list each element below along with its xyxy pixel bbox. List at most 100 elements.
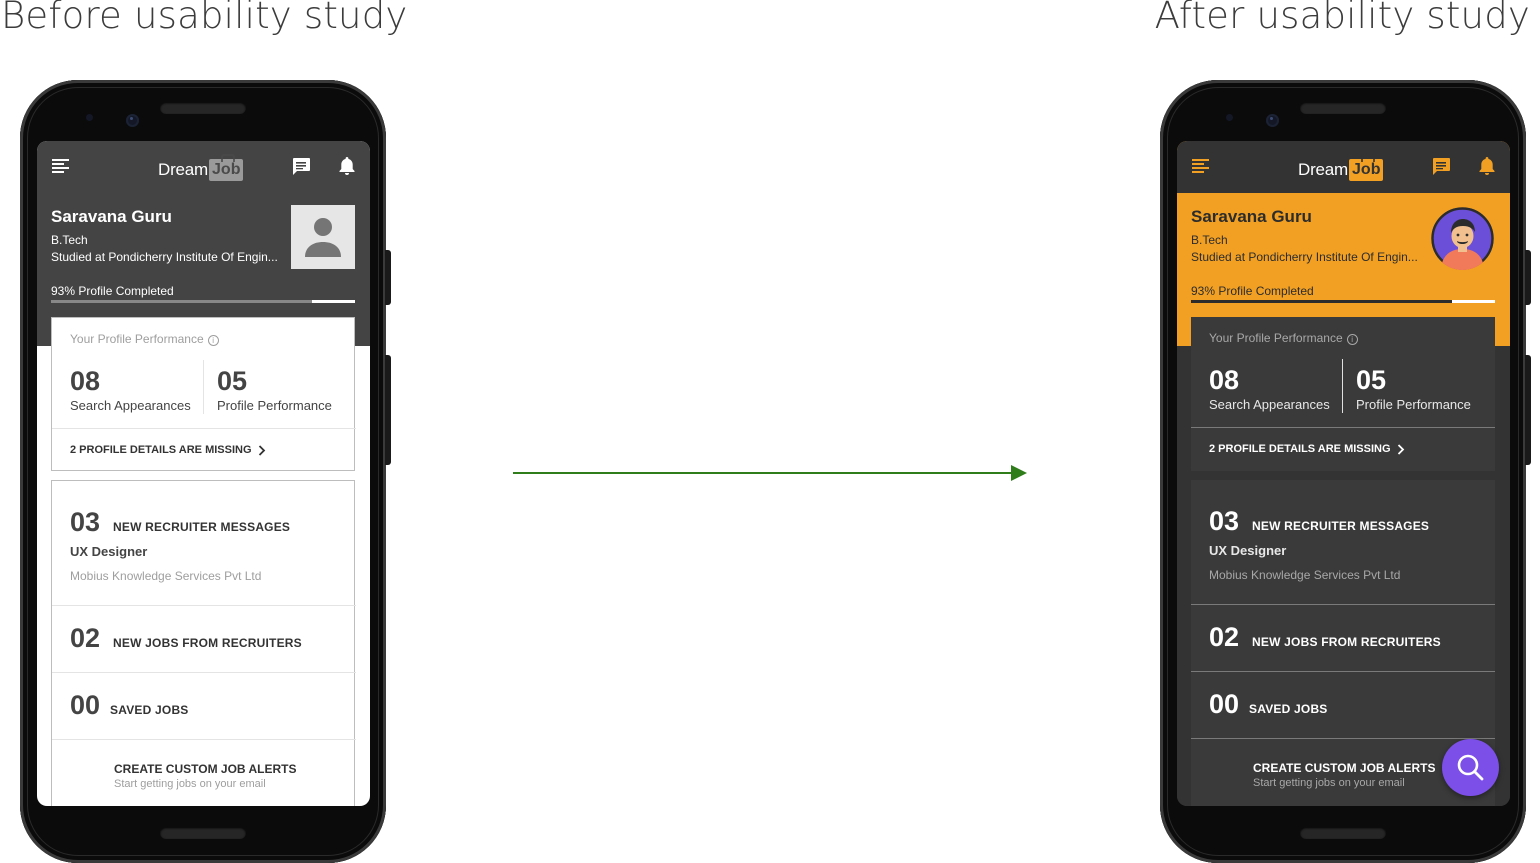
volume-button xyxy=(1525,355,1531,465)
job-alerts-button[interactable]: CREATE CUSTOM JOB ALERTS xyxy=(114,762,296,776)
person-icon xyxy=(305,218,341,257)
volume-button xyxy=(385,355,391,465)
stat-value: 05 xyxy=(1356,365,1387,395)
jobs-label: NEW JOBS FROM RECRUITERS xyxy=(113,636,302,650)
progress-fill xyxy=(312,300,355,303)
title-before: Before usability study xyxy=(1,0,408,37)
power-button xyxy=(385,250,391,305)
bottom-speaker xyxy=(1300,827,1386,839)
card-divider xyxy=(1191,427,1495,428)
progress-fill xyxy=(1452,300,1495,303)
app-bar: Dream Job xyxy=(37,141,370,193)
card-divider xyxy=(1191,604,1495,605)
front-camera xyxy=(126,114,139,127)
stat-search-appearances[interactable]: 08 Search Appearances xyxy=(70,366,191,413)
search-icon xyxy=(1457,754,1484,781)
info-icon[interactable]: i xyxy=(207,335,219,346)
bottom-speaker xyxy=(160,827,246,839)
profile-header: Dream Job Saravana Guru B.Tech Studied a… xyxy=(37,141,370,346)
performance-title: Your Profile Performance i xyxy=(1209,331,1358,345)
title-after: After usability study xyxy=(1154,0,1530,37)
profile-name: Saravana Guru xyxy=(1191,207,1312,226)
performance-title-text: Your Profile Performance xyxy=(1209,331,1343,345)
recruiter-messages-row[interactable]: 03 NEW RECRUITER MESSAGES xyxy=(70,507,290,538)
progress-label: 93% Profile Completed xyxy=(1191,284,1314,298)
recruiter-messages-row[interactable]: 03 NEW RECRUITER MESSAGES xyxy=(1209,506,1429,537)
profile-degree: B.Tech xyxy=(1191,233,1228,247)
profile-performance-card: Your Profile Performance i 08 Search Appe… xyxy=(51,317,356,471)
search-fab[interactable] xyxy=(1442,739,1499,796)
logo-word: Dream xyxy=(1298,160,1349,179)
card-divider xyxy=(1191,671,1495,672)
transition-arrow xyxy=(513,465,1027,481)
progress-label: 93% Profile Completed xyxy=(51,284,174,298)
earpiece-speaker xyxy=(1300,102,1386,114)
avatar[interactable] xyxy=(1431,207,1494,270)
profile-college: Studied at Pondicherry Institute Of Engi… xyxy=(1191,250,1418,264)
stat-label: Profile Performance xyxy=(1356,397,1471,412)
saved-count: 00 xyxy=(70,690,101,720)
jobs-label: NEW JOBS FROM RECRUITERS xyxy=(1252,635,1441,649)
jobs-count: 02 xyxy=(70,623,101,653)
recruiter-activity-card: 03 NEW RECRUITER MESSAGES UX Designer Mo… xyxy=(51,480,356,806)
stat-value: 08 xyxy=(70,366,101,396)
front-camera xyxy=(1266,114,1279,127)
stat-divider xyxy=(203,360,204,414)
app-logo: Dream Job xyxy=(1298,153,1384,181)
performance-title-text: Your Profile Performance xyxy=(70,332,204,346)
missing-details-text: 2 PROFILE DETAILS ARE MISSING xyxy=(1209,443,1391,455)
info-icon[interactable]: i xyxy=(1346,334,1358,345)
profile-performance-card: Your Profile Performance i 08 Search Appe… xyxy=(1191,317,1495,471)
company-name: Mobius Knowledge Services Pvt Ltd xyxy=(1209,568,1401,582)
missing-details-text: 2 PROFILE DETAILS ARE MISSING xyxy=(70,444,252,456)
menu-icon[interactable] xyxy=(50,155,72,177)
logo-word: Dream xyxy=(158,160,209,179)
stat-search-appearances[interactable]: 08 Search Appearances xyxy=(1209,365,1330,412)
sensor xyxy=(1226,114,1233,121)
recruiter-label: NEW RECRUITER MESSAGES xyxy=(113,520,291,534)
job-title: UX Designer xyxy=(1209,543,1287,558)
profile-name: Saravana Guru xyxy=(51,207,172,226)
profile-progress-bar xyxy=(1191,300,1495,303)
stat-label: Search Appearances xyxy=(1209,397,1330,412)
job-alerts-button[interactable]: CREATE CUSTOM JOB ALERTS xyxy=(1253,761,1435,775)
earpiece-speaker xyxy=(160,102,246,114)
profile-header: Dream Job Saravana Guru B.Tech Studied a… xyxy=(1177,141,1510,346)
chat-icon[interactable] xyxy=(290,155,312,177)
stat-divider xyxy=(1342,359,1343,413)
chevron-right-icon xyxy=(258,444,265,456)
avatar-placeholder[interactable] xyxy=(291,205,355,269)
power-button xyxy=(1525,250,1531,305)
menu-icon[interactable] xyxy=(1190,155,1212,177)
chat-icon[interactable] xyxy=(1430,155,1452,177)
app-logo: Dream Job xyxy=(158,153,244,181)
card-divider xyxy=(52,739,356,740)
saved-jobs-row[interactable]: 00 SAVED JOBS xyxy=(1209,689,1328,720)
recruiter-count: 03 xyxy=(1209,506,1240,536)
new-jobs-row[interactable]: 02 NEW JOBS FROM RECRUITERS xyxy=(1209,622,1441,653)
new-jobs-row[interactable]: 02 NEW JOBS FROM RECRUITERS xyxy=(70,623,302,654)
profile-college: Studied at Pondicherry Institute Of Engi… xyxy=(51,250,278,264)
job-alerts-subtitle: Start getting jobs on your email xyxy=(114,778,266,790)
saved-jobs-row[interactable]: 00 SAVED JOBS xyxy=(70,690,189,721)
logo-box: Job xyxy=(1349,154,1384,181)
company-name: Mobius Knowledge Services Pvt Ltd xyxy=(70,569,262,583)
stat-profile-performance[interactable]: 05 Profile Performance xyxy=(217,366,332,413)
missing-details-link[interactable]: 2 PROFILE DETAILS ARE MISSING xyxy=(1209,443,1405,455)
stat-value: 08 xyxy=(1209,365,1240,395)
card-divider xyxy=(1191,738,1495,739)
logo-box: Job xyxy=(209,154,244,181)
stat-profile-performance[interactable]: 05 Profile Performance xyxy=(1356,365,1471,412)
bell-icon[interactable] xyxy=(336,155,358,177)
performance-title: Your Profile Performance i xyxy=(70,332,219,346)
missing-details-link[interactable]: 2 PROFILE DETAILS ARE MISSING xyxy=(70,444,266,456)
profile-degree: B.Tech xyxy=(51,233,88,247)
profile-progress-bar xyxy=(51,300,355,303)
saved-count: 00 xyxy=(1209,689,1240,719)
stat-label: Search Appearances xyxy=(70,398,191,413)
bell-icon[interactable] xyxy=(1476,155,1498,177)
sensor xyxy=(86,114,93,121)
job-alerts-subtitle: Start getting jobs on your email xyxy=(1253,777,1405,789)
job-title: UX Designer xyxy=(70,544,148,559)
app-screen: Dream Job Saravana Guru B.Tech Studied a… xyxy=(1177,141,1510,806)
